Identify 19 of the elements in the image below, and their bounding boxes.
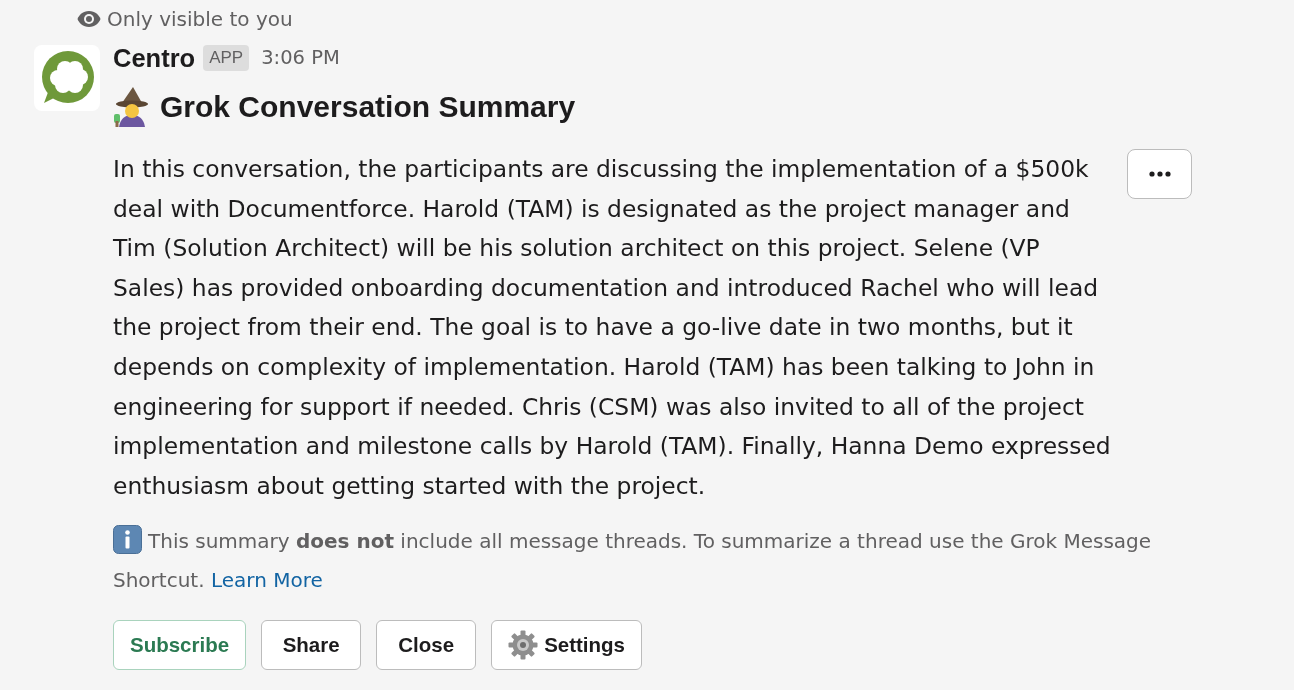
summary-text: In this conversation, the participants are discussing the implementation of a $500k deal with Documentforce. Harold (TAM) is designated as the project manager and Tim (Solution Architect) will be his solution architect on this project. Selene (VP Sales) has provided onboarding documentation and introduced Rachel who will lead the project from their end. The goal is to have a go-live date in two months, but it depends on complexity of implementation. Harold (TAM) has been talking to John in engineering for support if needed. Chris (CSM) was also invited to all of the project implementation and milestone calls by Harold (TAM). Finally, Hanna Demo expressed enthusiasm about getting started with the project. (113, 154, 1112, 502)
ellipsis-icon (1148, 171, 1171, 177)
visibility-note: Only visible to you (107, 6, 293, 32)
message-time: 3:06 PM (261, 45, 340, 71)
info-icon (113, 525, 142, 555)
summary-note: This summary does not include all message threads. To summarize a thread use the Grok Message Shortcut. Learn More (113, 522, 1173, 601)
action-button[interactable]: Close (376, 620, 477, 671)
wizard-icon (113, 87, 151, 127)
gear-icon (508, 630, 539, 661)
action-button[interactable]: Share (261, 620, 362, 671)
cloud-speech-bubble-logo (34, 45, 100, 111)
subscribe-button[interactable]: Subscribe (113, 620, 247, 671)
app-tag: APP (203, 45, 250, 71)
eye-icon (77, 11, 101, 27)
settings-button[interactable]: Settings (491, 620, 642, 671)
summary-title: Grok Conversation Summary (160, 89, 576, 125)
learn-more-link[interactable]: Learn More (210, 568, 323, 593)
more-actions-button[interactable] (1127, 149, 1192, 199)
sender-name: Centro (113, 45, 196, 71)
